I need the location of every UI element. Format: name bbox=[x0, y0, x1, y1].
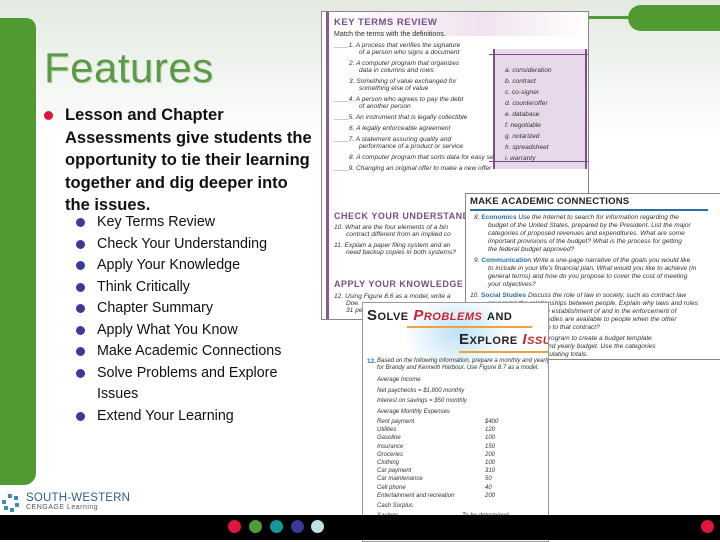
footer-dot-navy-icon bbox=[291, 520, 304, 533]
bullet-dot-icon bbox=[76, 261, 85, 270]
top-accent-pill bbox=[628, 5, 720, 31]
bullet-dot-icon bbox=[76, 411, 85, 421]
feature-list: Key Terms Review Check Your Understandin… bbox=[74, 212, 314, 427]
expense-value: 100 bbox=[485, 460, 496, 466]
slide-title: Features bbox=[44, 44, 214, 91]
expense-label: Groceries bbox=[377, 451, 404, 458]
footer-dot-right-icon bbox=[701, 520, 714, 533]
bullet-dot-icon bbox=[44, 111, 53, 120]
left-accent-bar bbox=[0, 18, 36, 485]
expense-row: Entertainment and recreation 200 bbox=[377, 493, 537, 499]
key-terms-heading: KEY TERMS REVIEW bbox=[334, 17, 438, 28]
expense-row: Gasoline 100 bbox=[377, 435, 537, 441]
expense-value: 120 bbox=[485, 427, 496, 434]
footer-dot-lightblue-icon bbox=[311, 520, 324, 533]
bullet-dot-icon bbox=[76, 239, 85, 249]
feature-item: Make Academic Connections bbox=[74, 341, 314, 363]
expense-value: 50 bbox=[485, 476, 492, 483]
expense-label: Clothing bbox=[377, 460, 400, 466]
expense-value: 40 bbox=[485, 484, 492, 491]
expense-value: 150 bbox=[485, 443, 496, 450]
academic-connections-heading: MAKE ACADEMIC CONNECTIONS bbox=[470, 196, 630, 207]
expense-row: Clothing 100 bbox=[377, 460, 537, 466]
footer-dot-red-icon bbox=[228, 520, 241, 533]
bullet-dot-icon bbox=[76, 347, 85, 356]
expense-label: Gasoline bbox=[377, 435, 401, 442]
feature-item: Think Critically bbox=[74, 277, 314, 299]
footer-bar bbox=[0, 515, 720, 540]
solve-problems-title: Solve Problems and bbox=[367, 307, 513, 324]
expense-label: Insurance bbox=[377, 443, 404, 450]
feature-item: Extend Your Learning bbox=[74, 406, 314, 428]
expense-row: Car payment 310 bbox=[377, 468, 537, 474]
main-bullet-text: Lesson and Chapter Assessments give stud… bbox=[65, 106, 312, 214]
bullet-dot-icon bbox=[76, 325, 85, 335]
explore-issues-title: Explore Issues bbox=[459, 331, 548, 348]
expense-label: Car payment bbox=[377, 468, 412, 475]
expense-label: Rent payment bbox=[377, 419, 415, 425]
expense-value: $400 bbox=[485, 419, 499, 425]
feature-item: Check Your Understanding bbox=[74, 234, 314, 256]
main-bullet: Lesson and Chapter Assessments give stud… bbox=[44, 104, 314, 217]
expense-label: Utilities bbox=[377, 427, 397, 434]
expense-value: 100 bbox=[485, 435, 496, 442]
expense-value: 200 bbox=[485, 451, 496, 458]
expense-value: 200 bbox=[485, 492, 496, 499]
definitions-box: a. consideration b. contract c. co-signe… bbox=[489, 49, 588, 169]
feature-item: Apply Your Knowledge bbox=[74, 255, 314, 277]
check-understanding-heading: CHECK YOUR UNDERSTANDI bbox=[334, 211, 473, 221]
footer-dot-green-icon bbox=[249, 520, 262, 533]
expense-label: Cell phone bbox=[377, 484, 406, 491]
expense-row: Car maintenance 50 bbox=[377, 476, 537, 482]
bullet-dot-icon bbox=[76, 218, 85, 227]
expense-label: Car maintenance bbox=[377, 476, 423, 483]
bullet-dot-icon bbox=[76, 304, 85, 313]
expense-row: Groceries 200 bbox=[377, 452, 537, 458]
logo-mark-icon bbox=[2, 494, 20, 512]
feature-item: Solve Problems and Explore Issues bbox=[74, 363, 314, 406]
feature-item: Chapter Summary bbox=[74, 298, 314, 320]
expense-row: Insurance 150 bbox=[377, 444, 537, 450]
expense-row: Utilities 120 bbox=[377, 427, 537, 433]
bullet-dot-icon bbox=[76, 282, 85, 292]
expense-value: 310 bbox=[485, 468, 496, 475]
apply-knowledge-heading: APPLY YOUR KNOWLEDGE bbox=[334, 279, 464, 289]
bullet-dot-icon bbox=[76, 368, 85, 378]
footer-dot-teal-icon bbox=[270, 520, 283, 533]
feature-item: Key Terms Review bbox=[74, 212, 314, 234]
expense-row: Cell phone 40 bbox=[377, 485, 537, 491]
expense-label: Entertainment and recreation bbox=[377, 492, 455, 499]
solve-problems-page: Solve Problems and Explore Issues 12. Ba… bbox=[362, 302, 549, 542]
feature-item: Apply What You Know bbox=[74, 320, 314, 342]
expense-row: Rent payment $400 bbox=[377, 419, 537, 425]
